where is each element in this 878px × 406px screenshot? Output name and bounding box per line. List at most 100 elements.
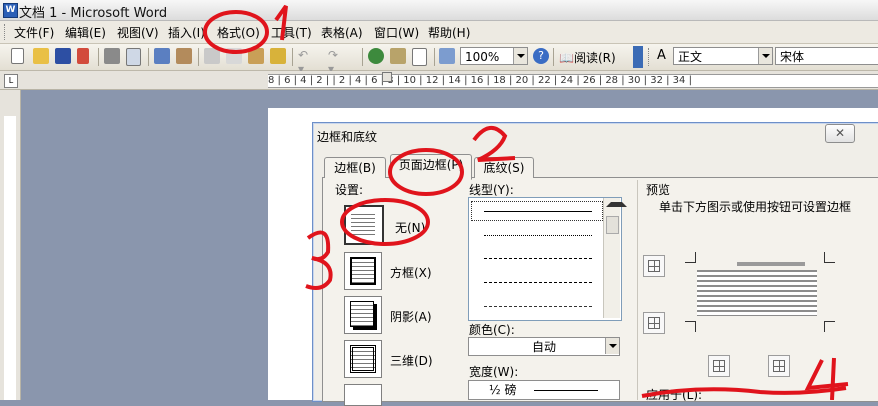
setting-none-button[interactable] [344,205,384,245]
research-icon[interactable] [176,48,192,64]
menu-file[interactable]: 文件(F) [14,24,54,41]
formatting-toolbar-grip[interactable] [648,48,652,66]
toolbar-separator [434,48,435,66]
zoom-dropdown-icon[interactable] [513,48,527,64]
tab-page-border[interactable]: 页面边框(P) [390,154,472,180]
toolbar-options-icon[interactable] [633,46,643,68]
style-combo[interactable]: 正文 [673,47,773,65]
setting-box-button[interactable] [344,252,382,290]
new-document-icon[interactable] [11,48,24,64]
setting-custom-button[interactable] [344,384,382,406]
style-dropdown-icon[interactable] [758,48,772,64]
undo-icon[interactable]: ↶ ▾ [298,48,314,76]
zoom-combo[interactable]: 100% [460,47,528,65]
menu-table[interactable]: 表格(A) [321,24,363,41]
standard-toolbar: ↶ ▾ ↷ ▾ 100% ? 📖阅读(R) A 正文 宋体 [0,44,878,76]
hyperlink-icon[interactable] [368,48,384,64]
insert-table-icon[interactable] [412,48,427,66]
print-icon[interactable] [104,48,120,64]
line-style-dash-dot[interactable] [484,306,592,307]
width-label: 宽度(W): [469,365,519,379]
setting-box-label[interactable]: 方框(X) [390,264,432,281]
toolbar-separator [148,48,149,66]
dialog-title: 边框和底纹 [317,130,378,144]
toolbar-separator [198,48,199,66]
vertical-ruler-scale[interactable] [4,116,16,400]
read-mode-button[interactable]: 📖阅读(R) [559,49,616,66]
font-combo[interactable]: 宋体 [775,47,878,65]
width-value: ½ 磅 [489,383,517,397]
styles-formatting-icon[interactable]: A [657,48,673,64]
scroll-thumb[interactable] [606,216,619,234]
ruler-scale[interactable]: 8 | 6 | 4 | 2 | | 2 | 4 | 6 | 8 | 10 | 1… [268,74,878,88]
spelling-icon[interactable] [154,48,170,64]
toolbar-separator [292,48,293,66]
menu-edit[interactable]: 编辑(E) [65,24,106,41]
paste-icon[interactable] [248,48,264,64]
line-style-dashed-small[interactable] [484,258,592,259]
read-mode-icon: 📖 [559,51,574,65]
menu-tools[interactable]: 工具(T) [271,24,312,41]
toolbar-separator [553,48,554,66]
permission-icon[interactable] [77,48,89,64]
color-select[interactable]: 自动 [468,337,620,356]
line-style-solid[interactable] [484,211,592,212]
apply-to-label: 应用于(L): [646,388,703,402]
setting-shadow-label[interactable]: 阴影(A) [390,308,432,325]
menubar-grip[interactable] [4,24,8,40]
menu-view[interactable]: 视图(V) [117,24,159,41]
line-style-scrollbar[interactable] [603,198,627,318]
tab-shading[interactable]: 底纹(S) [474,157,534,178]
tab-borders[interactable]: 边框(B) [324,157,386,178]
right-border-button[interactable] [768,355,790,377]
menu-window[interactable]: 窗口(W) [374,24,419,41]
preview-label: 预览 [646,183,671,197]
scroll-up-icon[interactable] [606,202,627,207]
dialog-close-button[interactable]: ✕ [825,124,855,143]
width-sample-line [534,390,598,391]
setting-3d-label[interactable]: 三维(D) [390,352,433,369]
line-style-dashed[interactable] [484,282,592,283]
open-folder-icon[interactable] [33,48,49,64]
print-preview-icon[interactable] [126,48,141,66]
preview-corner-br [824,321,835,332]
setting-shadow-button[interactable] [344,296,382,334]
style-value: 正文 [678,50,703,64]
setting-3d-button[interactable] [344,340,382,378]
setting-shadow-icon [350,301,374,327]
preview-divider [637,180,638,400]
top-border-button[interactable] [643,255,665,277]
word-app-icon: W [3,3,18,18]
setting-box-icon [350,257,376,285]
menu-insert[interactable]: 插入(I) [168,24,205,41]
bottom-border-button[interactable] [643,312,665,334]
toolbar-separator [98,48,99,66]
settings-label: 设置: [335,183,364,197]
tab-selector[interactable]: L [4,74,18,88]
indent-marker-icon[interactable] [382,72,392,82]
tables-borders-icon[interactable] [390,48,406,64]
preview-text-block [697,270,817,316]
width-select[interactable]: ½ 磅 [468,380,620,400]
menu-format[interactable]: 格式(O) [217,24,260,41]
copy-icon[interactable] [226,48,242,64]
cut-icon[interactable] [204,48,220,64]
line-style-dotted[interactable] [484,235,592,236]
horizontal-ruler: L 8 | 6 | 4 | 2 | | 2 | 4 | 6 | 8 | 10 |… [0,71,878,90]
help-icon[interactable]: ? [533,48,549,64]
setting-3d-icon [350,345,376,373]
color-dropdown-icon[interactable] [605,338,619,354]
line-style-label: 线型(Y): [469,183,514,197]
save-icon[interactable] [55,48,71,64]
font-value: 宋体 [780,50,805,64]
document-map-icon[interactable] [439,48,455,64]
redo-icon[interactable]: ↷ ▾ [328,48,344,76]
format-painter-icon[interactable] [270,48,286,64]
title-bar: W 文档 1 - Microsoft Word [0,0,878,21]
read-mode-label: 阅读(R) [573,51,616,65]
left-border-button[interactable] [708,355,730,377]
setting-none-label[interactable]: 无(N) [395,219,425,236]
zoom-value: 100% [465,50,500,64]
menu-help[interactable]: 帮助(H) [428,24,470,41]
preview-area[interactable] [685,252,835,332]
